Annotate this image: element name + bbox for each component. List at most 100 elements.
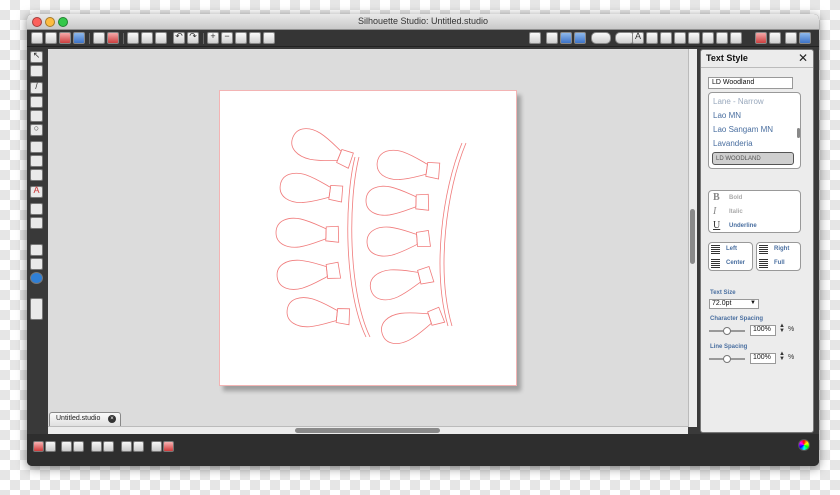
character-spacing-stepper[interactable]: ▲ ▼ <box>779 323 785 334</box>
library-panel-icon[interactable] <box>30 244 43 256</box>
fullscreen-icon[interactable] <box>785 32 797 44</box>
color-palette-icon[interactable] <box>798 439 810 451</box>
light-string-wire[interactable] <box>443 142 467 327</box>
paste-icon[interactable] <box>155 32 167 44</box>
slider-knob[interactable] <box>723 355 731 363</box>
grid-icon[interactable] <box>591 32 611 44</box>
light-bulb-shape[interactable] <box>366 225 418 257</box>
font-list-scrollbar[interactable] <box>797 128 800 138</box>
trace-icon[interactable] <box>716 32 728 44</box>
duplicate-icon[interactable] <box>91 441 102 452</box>
bulb-socket-shape[interactable] <box>335 308 351 326</box>
light-bulb-shape[interactable] <box>375 148 429 184</box>
line-spacing-input[interactable]: 100% <box>750 353 776 364</box>
slider-knob[interactable] <box>723 327 731 335</box>
canvas-workspace[interactable] <box>48 49 688 427</box>
cutting-mat-page[interactable] <box>219 90 517 386</box>
text-size-select[interactable]: 72.0pt ▼ <box>709 299 759 309</box>
print-cut-icon[interactable] <box>107 32 119 44</box>
store-panel-icon[interactable] <box>30 258 43 270</box>
delete-icon[interactable] <box>103 441 114 452</box>
light-bulb-shape[interactable] <box>276 257 329 291</box>
cut-settings-icon[interactable] <box>546 32 558 44</box>
redo-icon[interactable]: ↷ <box>187 31 199 44</box>
vertical-scroll-thumb[interactable] <box>690 209 695 264</box>
bulb-socket-shape[interactable] <box>425 161 441 180</box>
curve-icon[interactable] <box>30 155 43 167</box>
light-bulb-shape[interactable] <box>275 217 327 249</box>
select-icon[interactable]: ↖ <box>30 50 43 63</box>
new-document-icon[interactable] <box>31 32 43 44</box>
document-tab[interactable]: Untitled.studio × <box>49 412 121 426</box>
panel-toggle-icon[interactable] <box>30 298 43 320</box>
light-string-wire[interactable] <box>439 142 463 327</box>
bulb-socket-shape[interactable] <box>325 225 340 243</box>
line-spacing-stepper[interactable]: ▲ ▼ <box>779 351 785 362</box>
transform-icon[interactable] <box>660 32 672 44</box>
light-bulb-shape[interactable] <box>286 296 339 330</box>
send-to-cutter-icon[interactable] <box>560 32 572 44</box>
replicate-icon[interactable] <box>674 32 686 44</box>
line-spacing-slider[interactable] <box>709 355 745 363</box>
online-icon[interactable] <box>30 272 43 284</box>
light-string-wire[interactable] <box>347 156 367 338</box>
text-style-icon[interactable] <box>646 32 658 44</box>
store-icon[interactable] <box>755 32 767 44</box>
font-list[interactable]: Lane - Narrow Lao MN Lao Sangam MN Lavan… <box>708 92 801 169</box>
close-tab-icon[interactable]: × <box>108 415 116 423</box>
underline-toggle[interactable]: U Underline <box>713 220 793 233</box>
line-icon[interactable]: / <box>30 81 43 94</box>
align-center-button[interactable]: Center <box>709 258 751 270</box>
rounded-rectangle-icon[interactable] <box>30 110 43 122</box>
horizontal-scroll-thumb[interactable] <box>295 428 440 433</box>
deselect-icon[interactable] <box>45 441 56 452</box>
point-edit-icon[interactable] <box>30 65 43 77</box>
close-panel-icon[interactable]: ✕ <box>798 51 808 65</box>
zoom-in-icon[interactable]: + <box>207 31 219 44</box>
character-spacing-input[interactable]: 100% <box>750 325 776 336</box>
copy-icon[interactable] <box>141 32 153 44</box>
light-bulb-shape[interactable] <box>367 263 423 303</box>
ungroup-icon[interactable] <box>73 441 84 452</box>
cut-icon[interactable] <box>127 32 139 44</box>
bulb-socket-shape[interactable] <box>328 184 344 203</box>
align-full-button[interactable]: Full <box>757 258 799 270</box>
eraser-icon[interactable] <box>30 203 43 215</box>
sketch-icon[interactable] <box>769 32 781 44</box>
polygon-icon[interactable] <box>30 141 43 153</box>
fit-to-page-icon[interactable] <box>263 32 275 44</box>
bulb-socket-shape[interactable] <box>427 306 446 326</box>
open-icon[interactable] <box>45 32 57 44</box>
save-to-library-icon[interactable] <box>73 32 85 44</box>
text-icon[interactable]: A <box>30 185 43 198</box>
font-list-item[interactable]: Lane - Narrow <box>713 97 764 106</box>
registration-icon[interactable] <box>574 32 586 44</box>
cut-lines-drawing[interactable] <box>220 91 518 387</box>
weld-icon[interactable] <box>121 441 132 452</box>
knife-icon[interactable] <box>30 217 43 229</box>
light-string-wire[interactable] <box>351 156 371 338</box>
bulb-socket-shape[interactable] <box>325 261 342 279</box>
light-bulb-shape[interactable] <box>378 305 435 348</box>
light-bulb-shape[interactable] <box>278 171 332 207</box>
ellipse-icon[interactable]: ○ <box>30 123 43 136</box>
undo-icon[interactable]: ↶ <box>173 31 185 44</box>
page-setup-icon[interactable] <box>529 32 541 44</box>
font-list-item[interactable]: Lavanderia <box>713 139 753 148</box>
horizontal-scrollbar[interactable] <box>48 426 688 434</box>
font-list-item[interactable]: Lao Sangam MN <box>713 125 773 134</box>
bulb-socket-shape[interactable] <box>416 230 431 247</box>
freehand-icon[interactable] <box>30 169 43 181</box>
light-bulb-shape[interactable] <box>365 185 417 217</box>
vertical-scrollbar[interactable] <box>688 49 697 427</box>
library-icon[interactable] <box>730 32 742 44</box>
save-icon[interactable] <box>59 32 71 44</box>
light-bulb-shape[interactable] <box>287 124 344 170</box>
select-all-icon[interactable] <box>33 441 44 452</box>
stop-icon[interactable] <box>163 441 174 452</box>
preferences-icon[interactable] <box>799 32 811 44</box>
rectangle-icon[interactable] <box>30 96 43 108</box>
bulb-socket-shape[interactable] <box>415 193 430 211</box>
font-name-input[interactable]: LD Woodland <box>708 77 793 89</box>
font-list-item[interactable]: Lao MN <box>713 111 741 120</box>
